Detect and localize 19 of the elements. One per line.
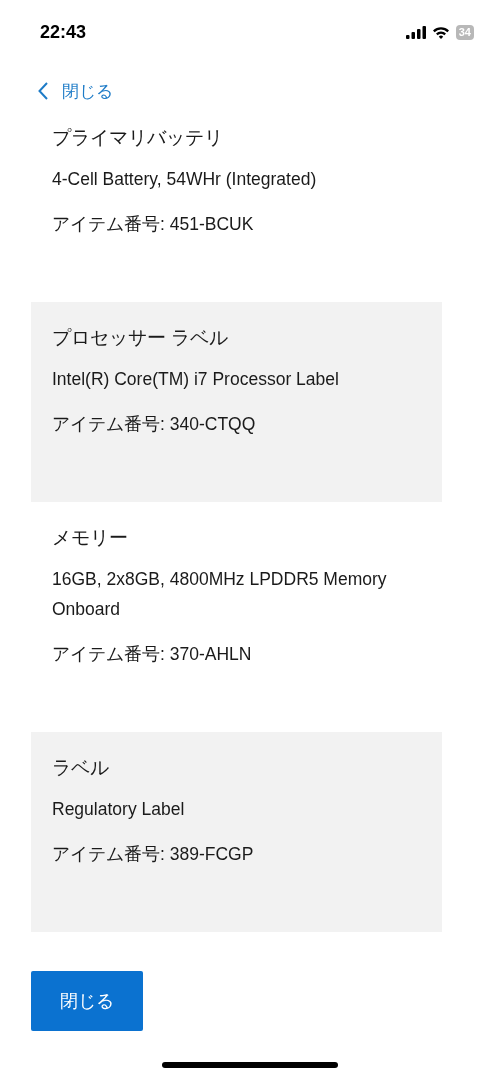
status-time: 22:43 bbox=[40, 21, 87, 43]
item-description: 4-Cell Battery, 54WHr (Integrated) bbox=[52, 168, 318, 191]
signal-icon bbox=[405, 25, 426, 39]
part-number: アイテム番号: 451-BCUK bbox=[52, 213, 255, 236]
item-title: プライマリバッテリ bbox=[52, 126, 224, 150]
item-title: ラベル bbox=[52, 756, 110, 780]
item-title: メモリー bbox=[52, 526, 129, 550]
part-number: アイテム番号: 389-FCGP bbox=[52, 843, 255, 866]
item-description: Regulatory Label bbox=[52, 798, 186, 821]
item-description: Intel(R) Core(TM) i7 Processor Label bbox=[52, 368, 340, 391]
item-description: 16GB, 2x8GB, 4800MHz LPDDR5 Memory Onboard bbox=[52, 568, 388, 621]
wifi-icon bbox=[431, 25, 450, 39]
part-number: アイテム番号: 370-AHLN bbox=[52, 643, 253, 666]
back-link[interactable]: 閉じる bbox=[38, 80, 113, 102]
part-number: アイテム番号: 340-CTQQ bbox=[52, 413, 257, 436]
item-title: プロセッサー ラベル bbox=[52, 326, 230, 350]
chevron-left-icon bbox=[38, 82, 48, 100]
close-button[interactable]: 閉じる bbox=[31, 971, 143, 1031]
battery-icon: 34 bbox=[455, 24, 474, 40]
